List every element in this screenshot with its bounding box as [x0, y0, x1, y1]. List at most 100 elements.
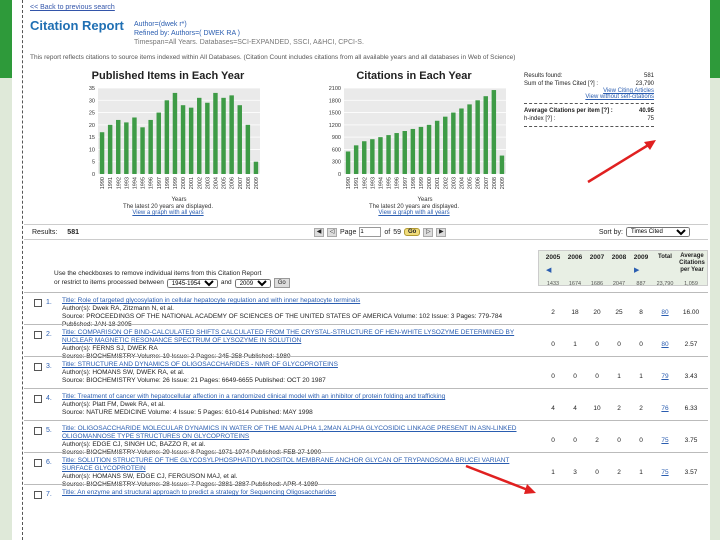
y-tick-label: 1800: [329, 98, 341, 104]
prev-page-button[interactable]: ◁: [327, 227, 337, 237]
bar: [353, 145, 359, 174]
page-label: Page: [340, 228, 357, 236]
x-tick-label: 1997: [157, 177, 163, 189]
record-number: 5.: [46, 427, 52, 434]
x-tick-label: 1998: [411, 177, 417, 189]
results-found-row: Results found: 581: [524, 72, 654, 80]
bar: [451, 112, 456, 174]
record-total-cited[interactable]: 80: [654, 341, 676, 348]
page-title: Citation Report: [30, 18, 124, 33]
prev-years-icon[interactable]: ◀: [546, 266, 551, 274]
record-checkbox[interactable]: [34, 427, 42, 435]
page-number-input[interactable]: [359, 227, 382, 237]
record-average: 16.00: [682, 309, 700, 316]
y-tick-label: 0: [92, 172, 95, 178]
record-checkbox[interactable]: [34, 459, 42, 467]
year-header-2006: 2006: [567, 254, 583, 261]
record-year-count: 20: [593, 309, 601, 316]
query-timespan: Timespan=All Years. Databases=SCI-EXPAND…: [134, 39, 364, 46]
record-checkbox[interactable]: [34, 363, 42, 371]
record-checkbox[interactable]: [34, 299, 42, 307]
of-label: of: [384, 228, 391, 236]
record-row: 5. Title: OLIGOSACCHARIDE MOLECULAR DYNAM…: [24, 420, 708, 456]
record-average: 3.57: [684, 469, 698, 476]
record-title-link[interactable]: Title: Role of targeted glycosylation in…: [62, 297, 532, 305]
sort-select[interactable]: Times Cited: [626, 227, 690, 237]
y-tick-label: 2100: [329, 86, 341, 92]
y-tick-label: 20: [89, 123, 95, 129]
y-tick-label: 30: [89, 98, 95, 104]
filter-to-select[interactable]: 2009: [234, 278, 271, 288]
record-title-link[interactable]: Title: COMPARISON OF BIND-CALCULATED SHI…: [62, 329, 532, 345]
citations-chart-all-years-link[interactable]: View a graph with all years: [314, 210, 514, 216]
record-title-link[interactable]: Title: An enzyme and structural approach…: [62, 489, 532, 497]
results-bar: Results: 581 ◀ ◁ Page of 59 Go ▷ ▶ Sort …: [24, 224, 708, 240]
record-total-cited[interactable]: 75: [654, 437, 676, 444]
record-total-cited[interactable]: 76: [654, 405, 676, 412]
x-tick-label: 2006: [476, 177, 482, 189]
x-tick-label: 2000: [427, 177, 433, 189]
record-body: Title: An enzyme and structural approach…: [62, 489, 532, 497]
x-tick-label: 1993: [370, 177, 376, 189]
average-per-year-header: Average Citations per Year: [679, 253, 705, 273]
x-tick-label: 1995: [141, 177, 147, 189]
record-title-link[interactable]: Title: STRUCTURE AND DYNAMICS OF OLIGOSA…: [62, 361, 532, 369]
record-total-cited[interactable]: 80: [654, 309, 676, 316]
bar: [443, 116, 448, 174]
record-year-count: 10: [593, 405, 601, 412]
bar: [164, 100, 170, 174]
back-to-search-link[interactable]: << Back to previous search: [30, 4, 115, 11]
record-number: 2.: [46, 331, 52, 338]
record-checkbox[interactable]: [34, 395, 42, 403]
summary-panel: Results found: 581 Sum of the Times Cite…: [524, 72, 654, 130]
record-source: Source: NATURE MEDICINE Volume: 4 Issue:…: [62, 409, 313, 416]
total-pages: 59: [393, 228, 401, 236]
record-row: 6. Title: SOLUTION STRUCTURE OF THE GLYCO…: [24, 452, 708, 488]
record-row: 3. Title: STRUCTURE AND DYNAMICS OF OLIGO…: [24, 356, 708, 388]
record-title-link[interactable]: Title: OLIGOSACCHARIDE MOLECULAR DYNAMIC…: [62, 425, 532, 441]
bar: [467, 104, 472, 174]
record-year-count: 8: [639, 309, 643, 316]
record-row: 2. Title: COMPARISON OF BIND-CALCULATED S…: [24, 324, 708, 360]
bar: [172, 92, 178, 174]
bar: [483, 96, 488, 174]
record-year-count: 2: [595, 437, 599, 444]
totals-cell: 887: [636, 281, 646, 287]
filter-go-button[interactable]: Go: [273, 278, 290, 288]
report-description: This report reflects citations to source…: [30, 54, 516, 61]
record-title-link[interactable]: Title: Treatment of cancer with hepatoce…: [62, 393, 532, 401]
record-title-link[interactable]: Title: SOLUTION STRUCTURE OF THE GLYCOSY…: [62, 457, 532, 473]
record-checkbox[interactable]: [34, 491, 42, 499]
view-without-self-citations-link[interactable]: View without self-citations: [524, 94, 654, 100]
y-tick-label: 1200: [329, 123, 341, 129]
sum-times-cited-value: 23,790: [635, 81, 654, 87]
record-year-count: 2: [551, 309, 555, 316]
go-page-button[interactable]: Go: [404, 228, 421, 236]
x-tick-label: 1993: [124, 177, 130, 189]
h-index-row: h-index [?] : 75: [524, 115, 654, 123]
next-page-button[interactable]: ▷: [423, 227, 434, 237]
next-years-icon[interactable]: ▶: [634, 266, 639, 274]
record-year-count: 1: [639, 469, 643, 476]
filter-from-select[interactable]: 1945-1954: [166, 278, 218, 288]
record-checkbox[interactable]: [34, 331, 42, 339]
bar: [418, 126, 424, 174]
bar: [345, 151, 351, 174]
record-total-cited[interactable]: 79: [654, 373, 676, 380]
last-page-button[interactable]: ▶: [436, 227, 447, 237]
first-page-button[interactable]: ◀: [314, 227, 324, 237]
x-tick-label: 2008: [492, 177, 498, 189]
record-year-count: 2: [617, 405, 621, 412]
red-arrow-annotation-bottom: [465, 464, 536, 494]
record-total-cited[interactable]: 75: [654, 469, 676, 476]
record-year-count: 4: [551, 405, 555, 412]
record-average: 6.33: [684, 405, 698, 412]
filter-and-label: and: [220, 279, 232, 286]
back-link-label[interactable]: << Back to previous search: [30, 4, 115, 11]
pager: ◀ ◁ Page of 59 Go ▷ ▶: [314, 227, 447, 237]
x-tick-label: 2008: [246, 177, 252, 189]
totals-cell: 1433: [546, 281, 560, 287]
date-filter: Use the checkboxes to remove individual …: [54, 270, 290, 288]
bar: [116, 119, 121, 174]
published-chart-all-years-link[interactable]: View a graph with all years: [68, 210, 268, 216]
